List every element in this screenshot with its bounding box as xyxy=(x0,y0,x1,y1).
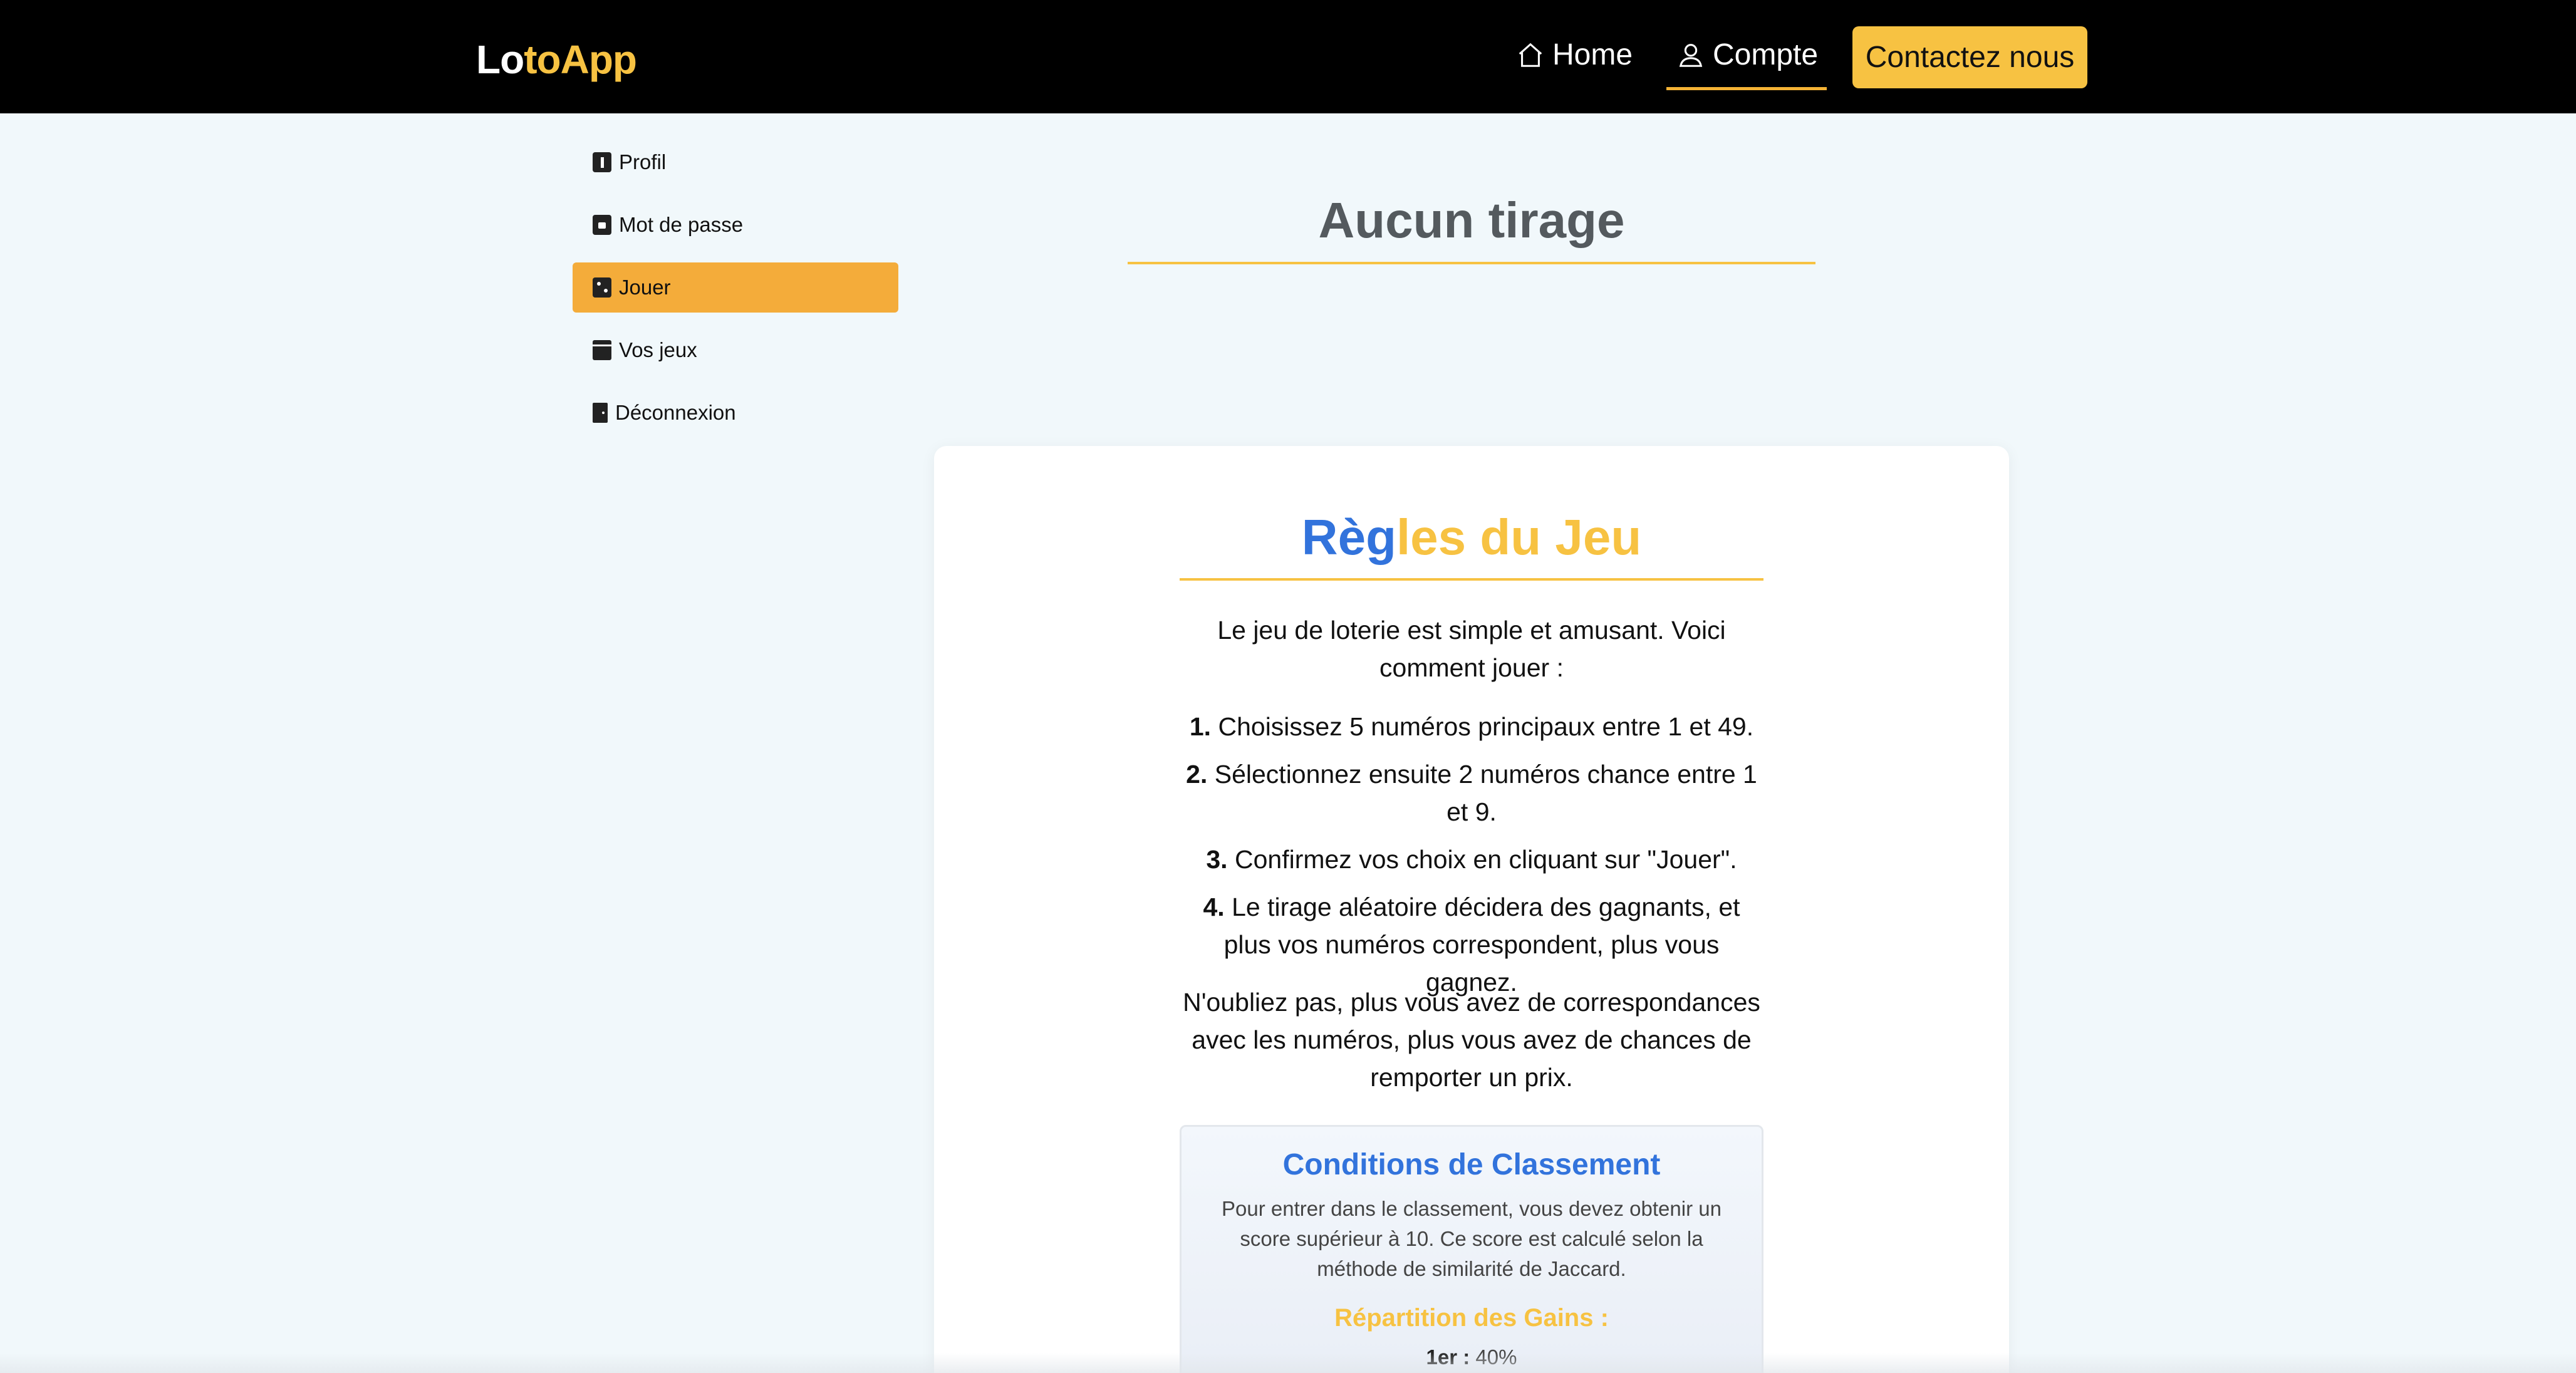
info-icon xyxy=(593,152,611,172)
page-title: Aucun tirage xyxy=(1318,192,1625,248)
rules-step: 3. Confirmez vos choix en cliquant sur "… xyxy=(1206,845,1737,874)
nav-compte-link[interactable]: Compte xyxy=(1676,38,1818,72)
sidebar-item-profil[interactable]: Profil xyxy=(573,137,898,187)
door-icon xyxy=(593,403,608,423)
sidebar-item-label: Jouer xyxy=(619,276,671,299)
rules-step: 1. Choisissez 5 numéros principaux entre… xyxy=(1189,712,1754,741)
title-divider xyxy=(1128,262,1815,264)
top-navbar: LotoApp Home Compte Contactez nous xyxy=(0,0,2576,113)
conditions-title: Conditions de Classement xyxy=(1282,1148,1661,1181)
rules-intro: Le jeu de loterie est simple et amusant.… xyxy=(1217,616,1726,682)
nav-active-underline xyxy=(1666,87,1827,90)
sidebar-item-mot-de-passe[interactable]: Mot de passe xyxy=(573,200,898,250)
contact-button[interactable]: Contactez nous xyxy=(1852,26,2087,88)
home-icon xyxy=(1519,43,1542,67)
gains-title: Répartition des Gains : xyxy=(1334,1304,1609,1332)
lock-icon xyxy=(593,215,611,235)
rules-outro: N'oubliez pas, plus vous avez de corresp… xyxy=(1183,988,1760,1092)
bottom-shade xyxy=(0,1353,2576,1373)
brand-logo[interactable]: LotoApp xyxy=(476,36,637,83)
nav-home-label: Home xyxy=(1552,38,1633,71)
sidebar-item-jouer[interactable]: Jouer xyxy=(573,262,898,313)
nav-home-link[interactable]: Home xyxy=(1516,38,1633,72)
rules-step: 2. Sélectionnez ensuite 2 numéros chance… xyxy=(1186,760,1757,826)
nav-compte-label: Compte xyxy=(1713,38,1819,71)
sidebar-item-label: Profil xyxy=(619,150,667,174)
rules-title: Règles du Jeu xyxy=(1301,509,1642,565)
sidebar-item-label: Vos jeux xyxy=(619,338,697,361)
user-icon xyxy=(1679,43,1703,67)
sidebar-item-label: Mot de passe xyxy=(619,213,744,236)
dice-icon xyxy=(593,277,611,298)
sidebar-item-vos-jeux[interactable]: Vos jeux xyxy=(573,325,898,375)
conditions-text: Pour entrer dans le classement, vous dev… xyxy=(1222,1197,1722,1280)
rules-divider xyxy=(1180,578,1763,581)
sidebar-item-deconnexion[interactable]: Déconnexion xyxy=(573,388,898,438)
calendar-check-icon xyxy=(593,340,611,360)
sidebar-item-label: Déconnexion xyxy=(615,401,736,424)
